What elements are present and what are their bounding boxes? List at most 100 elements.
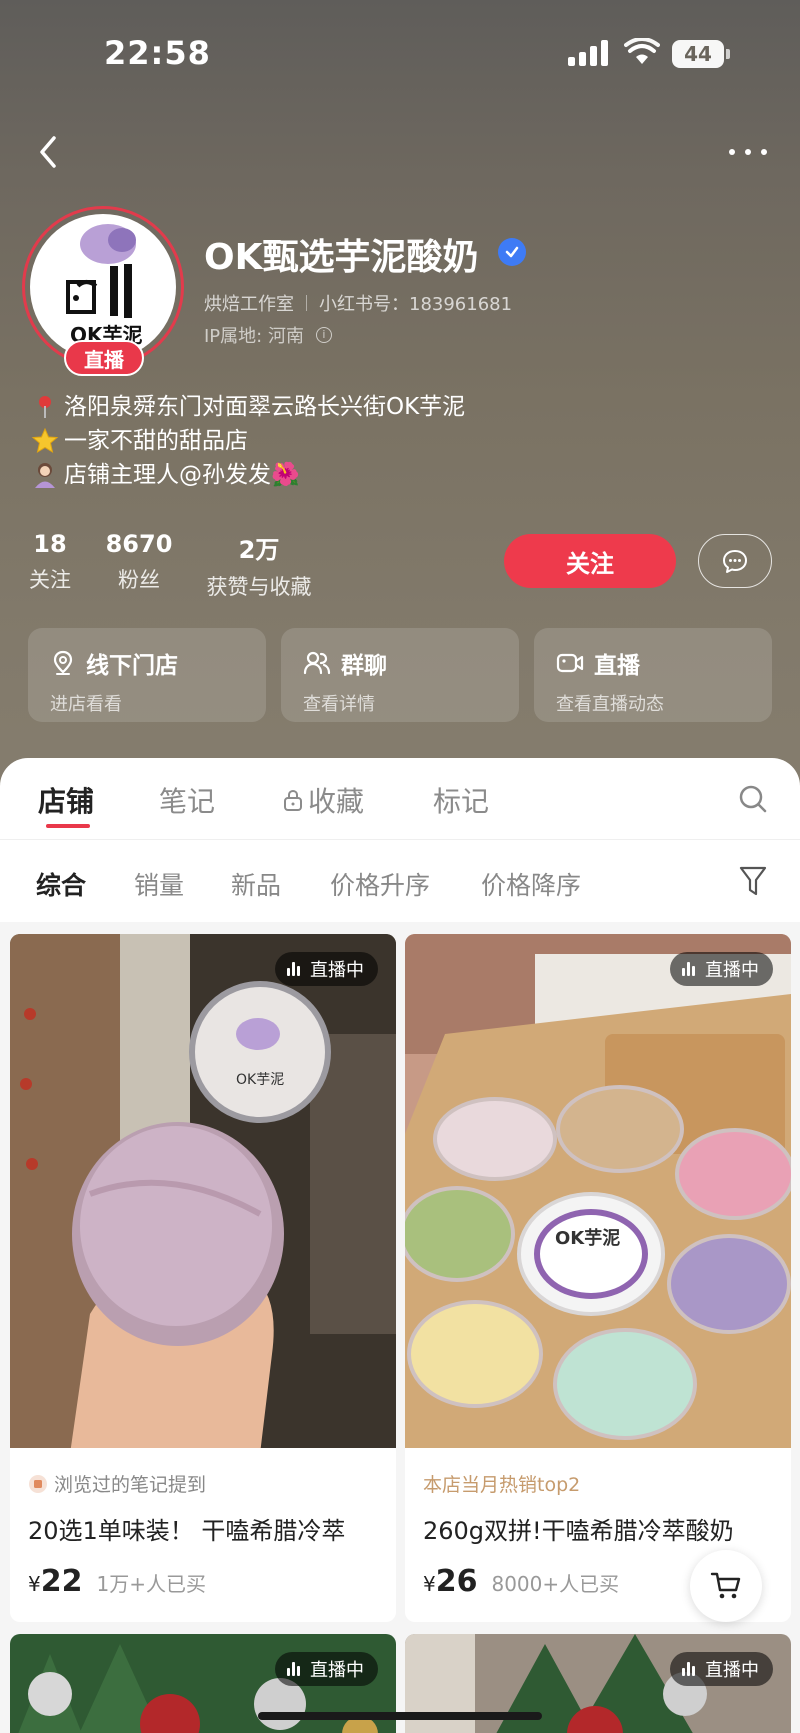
tab-indicator [46,824,90,828]
product-tagline: 浏览过的笔记提到 [28,1470,396,1497]
tagline-text: 浏览过的笔记提到 [54,1474,207,1496]
group-chat-card[interactable]: 群聊 查看详情 [281,628,519,722]
stat-label: 获赞与收藏 [206,575,312,599]
profile-tabs: 店铺 笔记 收藏 标记 [0,758,800,840]
verified-icon [498,238,526,266]
live-card[interactable]: 直播 查看直播动态 [534,628,772,722]
info-icon[interactable]: i [315,327,332,343]
sort-new[interactable]: 新品 [231,866,281,902]
cart-button[interactable] [690,1550,762,1622]
feature-title: 直播 [594,653,640,679]
live-bars-icon [682,962,697,976]
search-icon[interactable] [738,784,768,814]
feature-desc: 查看直播动态 [556,694,664,715]
live-status-tag: 直播中 [275,952,378,986]
product-price: 22 [40,1564,83,1599]
star-icon [30,426,60,456]
live-card-title: 直播 [556,646,750,680]
profile-category: 烘焙工作室 [204,294,294,315]
live-tag-label: 直播中 [705,1660,759,1681]
video-camera-icon [556,653,584,673]
feature-title: 线下门店 [86,653,178,679]
product-image: OK芋泥 直播中 [10,934,396,1454]
bio-line: 一家不甜的甜品店 [30,424,465,458]
bio-line: 店铺主理人@孙发发🌺 [30,458,465,492]
bio-text: 店铺主理人@孙发发🌺 [64,462,300,488]
pin-icon [30,392,60,422]
tab-store[interactable]: 店铺 [38,780,94,820]
feature-desc: 查看详情 [303,694,375,715]
avatar-image: OK芋泥 [30,214,176,360]
product-photo: OK芋泥 [10,934,396,1454]
home-indicator[interactable] [258,1712,542,1720]
sold-count: 1万+人已买 [96,1572,206,1596]
live-status-tag: 直播中 [670,952,773,986]
product-card[interactable]: OK芋泥 直播中 本店当月热销top2 260g双拼!干嗑希腊冷萃酸奶 ¥ 26… [405,934,791,1622]
feature-title: 群聊 [341,653,387,679]
profile-subline: 烘焙工作室 小红书号：183961681 [204,290,512,316]
sort-price-asc[interactable]: 价格升序 [330,866,430,902]
divider [306,295,307,311]
back-arrow-icon[interactable] [30,130,70,174]
live-bars-icon [287,962,302,976]
battery-tip [726,49,730,59]
product-title: 260g双拼!干嗑希腊冷萃酸奶 [423,1517,734,1545]
filter-icon[interactable] [738,864,768,898]
note-icon [29,1474,47,1493]
currency: ¥ [423,1572,436,1596]
tagline-text: 本店当月热销top2 [423,1474,581,1496]
live-status-tag: 直播中 [275,1652,378,1686]
tab-notes[interactable]: 笔记 [159,780,215,820]
currency: ¥ [28,1572,41,1596]
tab-collections[interactable]: 收藏 [282,780,364,820]
price-row: ¥ 22 1万+人已买 [28,1564,396,1599]
tab-label: 收藏 [308,785,365,818]
store-card[interactable]: 线下门店 进店看看 [28,628,266,722]
status-time: 22:58 [104,34,211,72]
profile-xhs-id: 小红书号：183961681 [319,294,513,315]
bio-line: 洛阳泉舜东门对面翠云路长兴街OK芋泥 [30,390,465,424]
sort-sales[interactable]: 销量 [134,866,184,902]
svg-text:OK芋泥: OK芋泥 [555,1227,620,1249]
sold-count: 8000+人已买 [491,1572,620,1596]
cellular-signal-icon [568,40,610,66]
stat-label: 关注 [29,568,71,592]
more-options-icon[interactable] [726,140,770,164]
stat-num: 18 [33,530,67,558]
stat-likes-collects[interactable]: 2万 获赞与收藏 [200,530,318,601]
chat-bubble-icon [723,550,747,573]
bio-text: 一家不甜的甜品店 [64,428,248,454]
bio-text: 洛阳泉舜东门对面翠云路长兴街OK芋泥 [64,394,466,420]
content-panel: 店铺 笔记 收藏 标记 综合 销量 新品 价格升序 价格降序 OK芋泥 直播中 … [0,758,800,1733]
battery-icon: 44 [672,40,724,68]
product-tagline: 本店当月热销top2 [423,1470,791,1497]
person-icon [30,460,60,490]
message-button[interactable] [698,534,772,588]
live-badge[interactable]: 直播 [64,340,144,376]
stat-followers[interactable]: 8670 粉丝 [104,530,174,594]
live-tag-label: 直播中 [310,1660,364,1681]
product-title: 20选1单味装！ 干嗑希腊冷萃 [28,1517,346,1545]
status-bar: 22:58 44 [0,0,800,110]
stat-num: 2万 [238,536,280,564]
live-status-tag: 直播中 [670,1652,773,1686]
profile-ip: IP属地: 河南 i [204,322,332,348]
location-icon [53,650,73,675]
tab-tagged[interactable]: 标记 [433,780,489,820]
sort-comprehensive[interactable]: 综合 [36,866,86,902]
logo-icon: OK芋泥 [66,224,143,347]
live-bars-icon [287,1662,302,1676]
stat-label: 粉丝 [118,568,160,592]
follow-button[interactable]: 关注 [504,534,676,588]
product-photo: OK芋泥 [405,934,791,1448]
stat-num: 8670 [105,530,173,558]
product-price: 26 [435,1564,478,1599]
group-chat-card-title: 群聊 [303,646,497,680]
stat-following[interactable]: 18 关注 [26,530,74,594]
cart-icon [710,1572,741,1599]
sort-price-desc[interactable]: 价格降序 [481,866,581,902]
product-card[interactable]: OK芋泥 直播中 浏览过的笔记提到 20选1单味装！ 干嗑希腊冷萃 ¥ 22 1… [10,934,396,1622]
product-grid: OK芋泥 直播中 浏览过的笔记提到 20选1单味装！ 干嗑希腊冷萃 ¥ 22 1… [0,922,800,1733]
profile-name: OK甄选芋泥酸奶 [204,237,479,278]
feature-desc: 进店看看 [50,694,122,715]
